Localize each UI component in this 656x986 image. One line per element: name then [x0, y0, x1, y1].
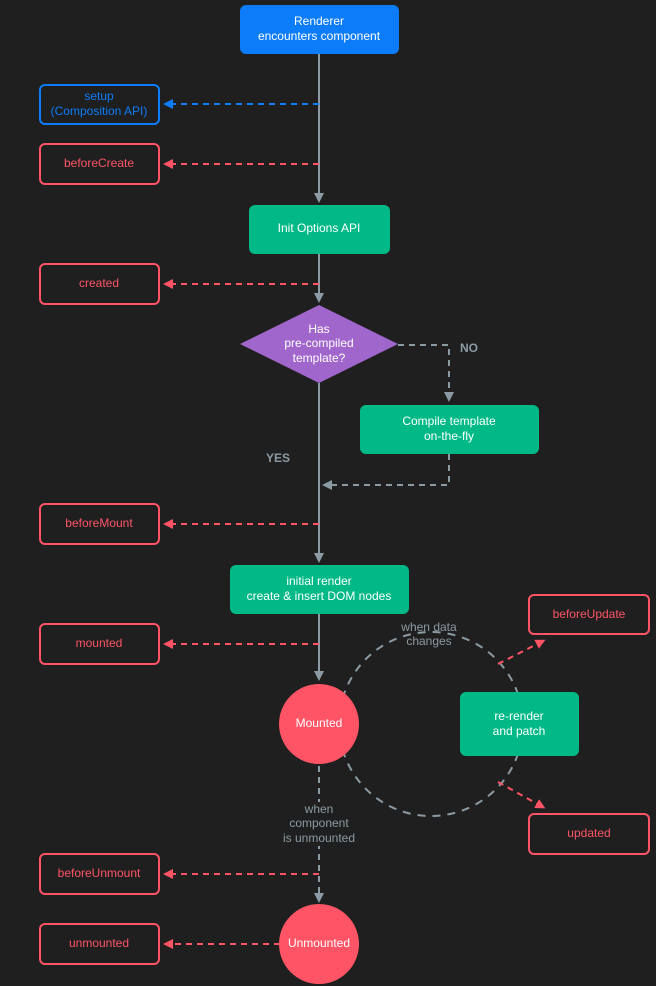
label-when-unmounted-1: when — [304, 802, 334, 816]
state-unmounted: Unmounted — [279, 904, 359, 984]
renderer-line-2: encounters component — [258, 29, 381, 43]
rerender-line-2: and patch — [493, 724, 546, 738]
node-rerender-patch: re-render and patch — [460, 692, 579, 756]
created-label: created — [79, 276, 119, 290]
mounted-state-label: Mounted — [296, 716, 343, 730]
initial-render-line-1: initial render — [286, 574, 351, 588]
init-options-label: Init Options API — [278, 221, 361, 235]
beforeunmount-label: beforeUnmount — [58, 866, 141, 880]
initial-render-line-2: create & insert DOM nodes — [247, 589, 392, 603]
unmounted-hook-label: unmounted — [69, 936, 129, 950]
setup-line-1: setup — [84, 89, 114, 103]
setup-line-2: (Composition API) — [51, 104, 148, 118]
node-init-options-api: Init Options API — [249, 205, 390, 254]
beforecreate-label: beforeCreate — [64, 156, 134, 170]
state-mounted: Mounted — [279, 684, 359, 764]
label-when-unmounted-2: component — [289, 816, 349, 830]
node-renderer: Renderer encounters component — [240, 5, 399, 54]
decision-line-2: pre-compiled — [284, 336, 353, 350]
label-yes: YES — [266, 451, 290, 465]
beforeupdate-label: beforeUpdate — [553, 607, 626, 621]
decision-line-1: Has — [308, 322, 329, 336]
renderer-line-1: Renderer — [294, 14, 344, 28]
decision-line-3: template? — [293, 351, 346, 365]
lifecycle-diagram: Renderer encounters component setup (Com… — [0, 0, 656, 986]
label-when-data-1: when data — [400, 620, 457, 634]
label-when-unmounted-3: is unmounted — [283, 831, 355, 845]
compile-line-1: Compile template — [402, 414, 496, 428]
compile-line-2: on-the-fly — [424, 429, 474, 443]
label-when-data-2: changes — [406, 634, 451, 648]
rerender-line-1: re-render — [494, 709, 543, 723]
label-no: NO — [460, 341, 478, 355]
node-initial-render: initial render create & insert DOM nodes — [230, 565, 409, 614]
mounted-hook-label: mounted — [76, 636, 123, 650]
beforemount-label: beforeMount — [65, 516, 133, 530]
unmounted-state-label: Unmounted — [288, 936, 350, 950]
node-compile-template: Compile template on-the-fly — [360, 405, 539, 454]
updated-label: updated — [567, 826, 610, 840]
